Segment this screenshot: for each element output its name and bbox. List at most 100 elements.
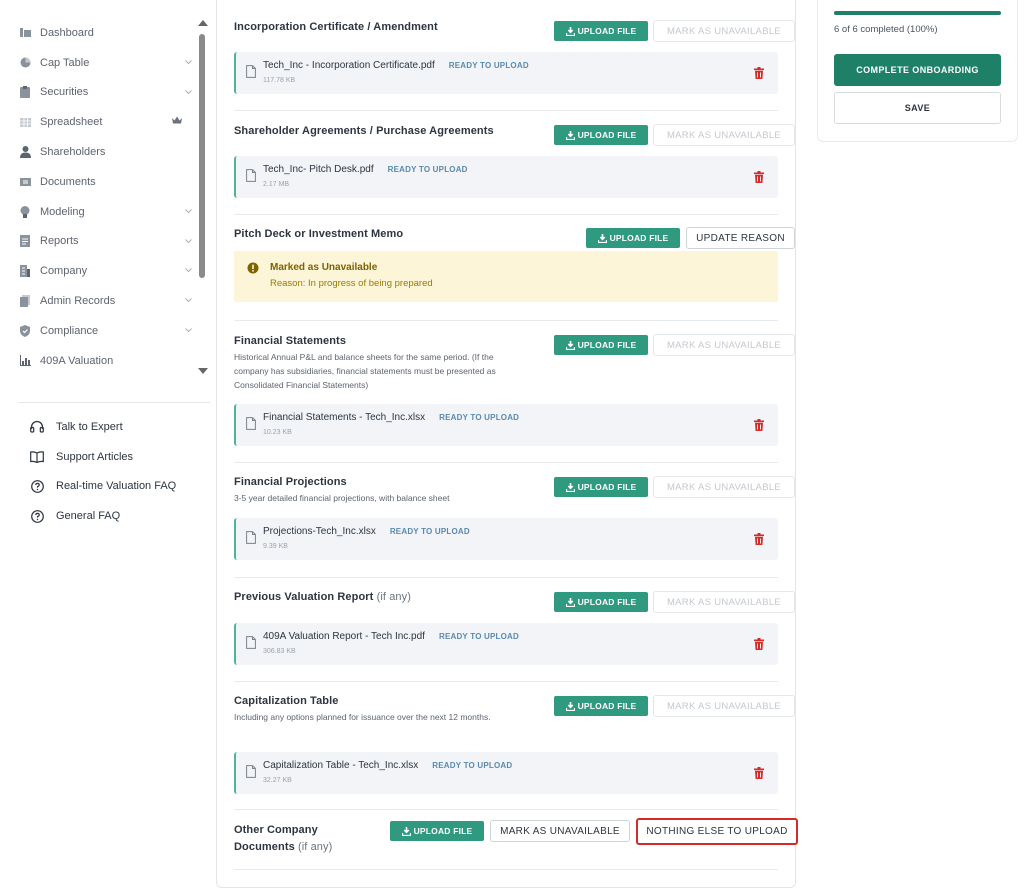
scroll-down-arrow-icon[interactable] xyxy=(198,368,208,374)
folder-icon xyxy=(19,176,31,188)
sidebar-item-reports[interactable]: Reports xyxy=(0,227,198,257)
building-icon xyxy=(19,265,31,278)
sidebar-item-label: Company xyxy=(40,265,88,278)
sidebar-item-compliance[interactable]: Compliance xyxy=(0,316,198,346)
section-description: Historical Annual P&L and balance sheets… xyxy=(234,352,496,390)
mark-unavailable-button[interactable]: MARK AS UNAVAILABLE xyxy=(653,124,795,146)
uploaded-file-row: Tech_Inc- Pitch Desk.pdf READY TO UPLOAD … xyxy=(234,156,778,198)
trash-icon[interactable] xyxy=(754,532,764,550)
mark-unavailable-button[interactable]: MARK AS UNAVAILABLE xyxy=(653,591,795,613)
uploaded-file-row: Financial Statements - Tech_Inc.xlsx READ… xyxy=(234,404,778,446)
download-icon xyxy=(565,597,575,607)
sidebar-item-label: Compliance xyxy=(40,324,99,337)
section-financial-statements: Financial Statements Historical Annual P… xyxy=(234,321,795,463)
mark-unavailable-button[interactable]: MARK AS UNAVAILABLE xyxy=(653,20,795,42)
file-size: 117.78 KB xyxy=(263,77,296,84)
sidebar-item-securities[interactable]: Securities xyxy=(0,78,198,108)
sidebar-item-label: Admin Records xyxy=(40,295,116,308)
help-item-support-articles[interactable]: Support Articles xyxy=(30,442,176,472)
shield-icon xyxy=(19,324,31,337)
help-item-talk-to-expert[interactable]: Talk to Expert xyxy=(30,412,176,442)
chevron-down-icon xyxy=(185,326,192,333)
sidebar-item-cap-table[interactable]: Cap Table xyxy=(0,48,198,78)
scrollbar-thumb[interactable] xyxy=(199,34,205,278)
sidebar-divider xyxy=(18,402,210,403)
upload-file-button[interactable]: UPLOAD FILE xyxy=(390,821,484,841)
upload-file-button[interactable]: UPLOAD FILE xyxy=(554,335,648,355)
unavailable-notice: Marked as Unavailable Reason: In progres… xyxy=(234,251,778,302)
file-name: Projections-Tech_Inc.xlsx READY TO UPLOAD xyxy=(263,526,470,537)
section-incorporation-certificate: Incorporation Certificate / Amendment UP… xyxy=(234,0,795,111)
download-icon xyxy=(565,482,575,492)
trash-icon[interactable] xyxy=(754,418,764,436)
trash-icon[interactable] xyxy=(754,170,764,188)
spreadsheet-icon xyxy=(19,116,31,128)
sidebar-item-409a-valuation[interactable]: 409A Valuation xyxy=(0,346,198,376)
save-button[interactable]: SAVE xyxy=(834,92,1001,124)
upload-file-button[interactable]: UPLOAD FILE xyxy=(554,696,648,716)
book-icon xyxy=(30,450,44,464)
download-icon xyxy=(565,340,575,350)
mark-unavailable-button[interactable]: MARK AS UNAVAILABLE xyxy=(653,334,795,356)
help-item-realtime-faq[interactable]: Real-time Valuation FAQ xyxy=(30,472,176,502)
file-status-badge: READY TO UPLOAD xyxy=(439,413,520,422)
lightbulb-icon xyxy=(19,205,31,218)
upload-file-button[interactable]: UPLOAD FILE xyxy=(554,125,648,145)
download-icon xyxy=(565,130,575,140)
sidebar-scrollbar[interactable] xyxy=(197,18,209,378)
uploaded-file-row: Tech_Inc - Incorporation Certificate.pdf… xyxy=(234,52,778,94)
user-icon xyxy=(19,146,31,159)
complete-onboarding-button[interactable]: COMPLETE ONBOARDING xyxy=(834,54,1001,86)
trash-icon[interactable] xyxy=(754,66,764,84)
sidebar-item-shareholders[interactable]: Shareholders xyxy=(0,137,198,167)
file-status-badge: READY TO UPLOAD xyxy=(387,165,468,174)
uploaded-file-row: Capitalization Table - Tech_Inc.xlsx READ… xyxy=(234,752,778,794)
section-previous-valuation: Previous Valuation Report (if any) UPLOA… xyxy=(234,578,795,682)
sidebar-item-label: Reports xyxy=(40,235,79,248)
sidebar-item-label: Spreadsheet xyxy=(40,116,103,129)
upload-file-button[interactable]: UPLOAD FILE xyxy=(554,592,648,612)
help-item-general-faq[interactable]: General FAQ xyxy=(30,501,176,531)
sidebar-item-dashboard[interactable]: Dashboard xyxy=(0,18,198,48)
chevron-down-icon xyxy=(185,237,192,244)
headset-icon xyxy=(30,420,44,434)
section-capitalization-table: Capitalization Table Including any optio… xyxy=(234,682,795,810)
upload-file-button[interactable]: UPLOAD FILE xyxy=(586,228,680,248)
warning-icon xyxy=(247,261,259,279)
mark-unavailable-button[interactable]: MARK AS UNAVAILABLE xyxy=(653,476,795,498)
sidebar-item-spreadsheet[interactable]: Spreadsheet xyxy=(0,107,198,137)
section-pitch-deck: Pitch Deck or Investment Memo UPLOAD FIL… xyxy=(234,215,795,321)
trash-icon[interactable] xyxy=(754,766,764,784)
unavailable-title: Marked as Unavailable xyxy=(270,262,378,273)
report-icon xyxy=(19,235,31,248)
scroll-up-arrow-icon[interactable] xyxy=(198,20,208,26)
chevron-down-icon xyxy=(185,207,192,214)
chevron-down-icon xyxy=(185,58,192,65)
progress-bar xyxy=(834,11,1001,15)
mark-unavailable-button[interactable]: MARK AS UNAVAILABLE xyxy=(653,695,795,717)
clipboard-icon xyxy=(19,86,31,99)
section-title: Shareholder Agreements / Purchase Agreem… xyxy=(234,125,494,137)
sidebar-item-documents[interactable]: Documents xyxy=(0,167,198,197)
mark-unavailable-button[interactable]: MARK AS UNAVAILABLE xyxy=(490,820,630,842)
question-circle-icon xyxy=(30,509,44,523)
nothing-else-to-upload-button[interactable]: NOTHING ELSE TO UPLOAD xyxy=(636,818,798,845)
sidebar-item-modeling[interactable]: Modeling xyxy=(0,197,198,227)
file-icon xyxy=(246,765,256,783)
section-title: Previous Valuation Report (if any) xyxy=(234,591,411,603)
file-status-badge: READY TO UPLOAD xyxy=(389,527,470,536)
crown-icon xyxy=(172,115,182,127)
file-icon xyxy=(246,65,256,83)
file-size: 32.27 KB xyxy=(263,777,292,784)
sidebar-item-company[interactable]: Company xyxy=(0,256,198,286)
sidebar-item-admin-records[interactable]: Admin Records xyxy=(0,286,198,316)
question-circle-icon xyxy=(30,479,44,493)
section-title: Financial Statements xyxy=(234,335,347,347)
file-status-badge: READY TO UPLOAD xyxy=(438,632,520,641)
section-title: Other Company Documents (if any) xyxy=(234,824,333,853)
upload-file-button[interactable]: UPLOAD FILE xyxy=(554,21,648,41)
update-reason-button[interactable]: UPDATE REASON xyxy=(686,227,795,249)
upload-file-button[interactable]: UPLOAD FILE xyxy=(554,477,648,497)
file-size: 2.17 MB xyxy=(263,181,290,188)
trash-icon[interactable] xyxy=(754,637,764,655)
